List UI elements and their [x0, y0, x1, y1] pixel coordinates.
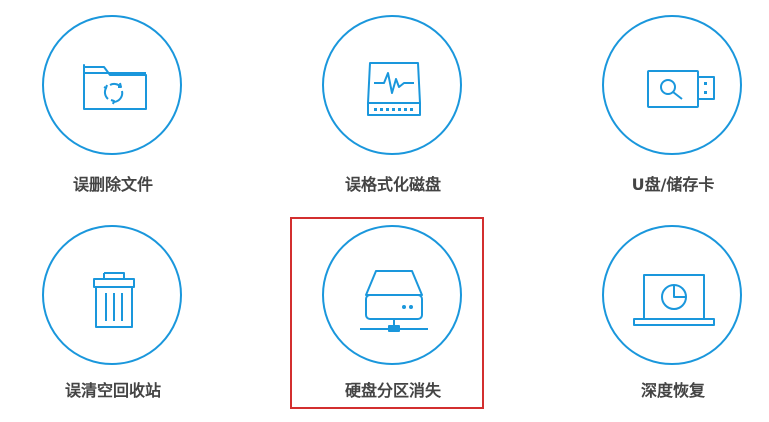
option-usb-card[interactable]: U盘/储存卡 [573, 12, 769, 212]
option-label: 深度恢复 [640, 381, 705, 400]
disk-pulse-icon [367, 62, 421, 116]
option-label: 硬盘分区消失 [344, 381, 441, 400]
option-formatted-disk[interactable]: 误格式化磁盘 [293, 12, 493, 212]
trash-bin-icon [93, 272, 135, 328]
option-circle [42, 15, 182, 155]
option-circle [42, 225, 182, 365]
usb-drive-search-icon [647, 70, 715, 108]
option-lost-partition[interactable]: 硬盘分区消失 [293, 222, 493, 422]
option-label: 误删除文件 [72, 175, 153, 194]
laptop-scan-icon [633, 274, 715, 326]
option-circle [322, 15, 462, 155]
folder-recycle-icon [83, 64, 147, 110]
option-circle [602, 15, 742, 155]
option-circle [322, 225, 462, 365]
option-deleted-files[interactable]: 误删除文件 [13, 12, 213, 212]
option-circle [602, 225, 742, 365]
option-label: 误清空回收站 [64, 381, 161, 400]
option-label: U盘/储存卡 [631, 175, 715, 194]
option-recycle-bin[interactable]: 误清空回收站 [13, 222, 213, 422]
option-label: 误格式化磁盘 [344, 175, 441, 194]
network-drive-icon [360, 270, 428, 332]
option-deep-recovery[interactable]: 深度恢复 [573, 222, 769, 422]
